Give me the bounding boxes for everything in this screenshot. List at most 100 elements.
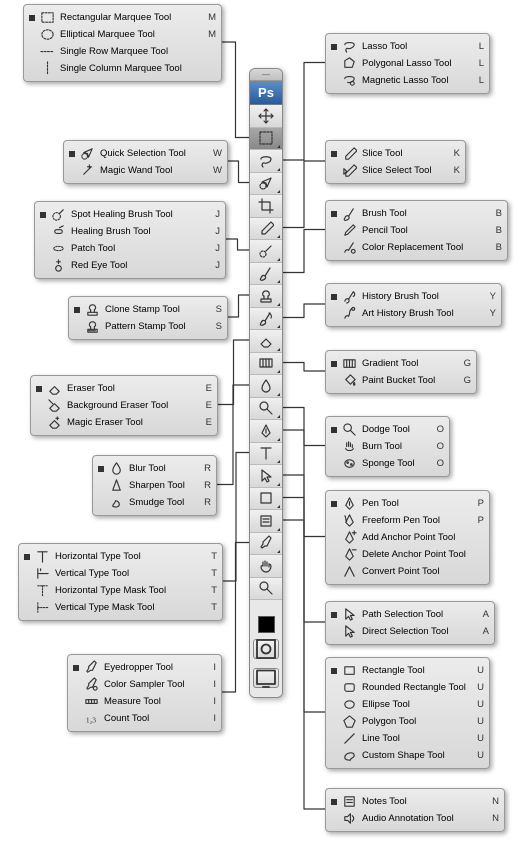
tool-type[interactable]: [250, 443, 282, 466]
flyout-item-rrect[interactable]: Rounded Rectangle Tool U: [329, 679, 486, 696]
flyout-item-rect[interactable]: Rectangle Tool U: [329, 662, 486, 679]
flyout-item-lasso[interactable]: Lasso Tool L: [329, 38, 486, 55]
flyout-item-ellipse[interactable]: Ellipse Tool U: [329, 696, 486, 713]
flyout-item-convert-pt[interactable]: Convert Point Tool: [329, 563, 486, 580]
flyout-item-sharpen[interactable]: Sharpen Tool R: [96, 477, 213, 494]
mag-lasso-icon: [342, 73, 357, 88]
tool-brush[interactable]: [250, 263, 282, 286]
tool-hand[interactable]: [250, 555, 282, 578]
flyout-item-row-marquee[interactable]: Single Row Marquee Tool: [27, 43, 218, 60]
flyout-path-select: Path Selection Tool A Direct Selection T…: [325, 601, 495, 645]
flyout-label: Horizontal Type Tool: [55, 551, 200, 562]
flyout-dodge: Dodge Tool O Burn Tool O Sponge Tool O: [325, 416, 450, 477]
flyout-item-wand[interactable]: Magic Wand Tool W: [67, 162, 224, 179]
tool-eraser[interactable]: [250, 330, 282, 353]
flyout-item-direct-sel[interactable]: Direct Selection Tool A: [329, 623, 491, 640]
flyout-item-eraser[interactable]: Eraser Tool E: [34, 380, 214, 397]
flyout-item-freeform-pen[interactable]: Freeform Pen Tool P: [329, 512, 486, 529]
flyout-item-sponge[interactable]: Sponge Tool O: [329, 455, 446, 472]
flyout-item-path-sel[interactable]: Path Selection Tool A: [329, 606, 491, 623]
flyout-item-htype[interactable]: Horizontal Type Tool T: [22, 548, 219, 565]
flyout-item-burn[interactable]: Burn Tool O: [329, 438, 446, 455]
flyout-item-polygon[interactable]: Polygon Tool U: [329, 713, 486, 730]
flyout-item-notes[interactable]: Notes Tool N: [329, 793, 501, 810]
poly-lasso-icon: [342, 56, 357, 71]
flyout-item-vtype-mask[interactable]: Vertical Type Mask Tool T: [22, 599, 219, 616]
fg-bg-swatch[interactable]: [258, 616, 275, 633]
flyout-label: Polygonal Lasso Tool: [362, 58, 467, 69]
tool-dodge[interactable]: [250, 398, 282, 421]
tool-zoom[interactable]: [250, 578, 282, 601]
tool-marquee[interactable]: [250, 128, 282, 151]
selected-marker: [331, 668, 337, 674]
flyout-item-bg-eraser[interactable]: Background Eraser Tool E: [34, 397, 214, 414]
tool-shape[interactable]: [250, 488, 282, 511]
flyout-shortcut: T: [205, 568, 217, 579]
flyout-item-pattern-stamp[interactable]: Pattern Stamp Tool S: [72, 318, 224, 335]
flyout-shortcut: B: [490, 242, 502, 253]
tool-healing[interactable]: [250, 240, 282, 263]
flyout-item-magic-eraser[interactable]: Magic Eraser Tool E: [34, 414, 214, 431]
flyout-item-audio-note[interactable]: Audio Annotation Tool N: [329, 810, 501, 827]
flyout-item-del-anchor[interactable]: Delete Anchor Point Tool: [329, 546, 486, 563]
flyout-item-rect-marquee[interactable]: Rectangular Marquee Tool M: [27, 9, 218, 26]
pattern-stamp-icon: [85, 319, 100, 334]
flyout-item-mag-lasso[interactable]: Magnetic Lasso Tool L: [329, 72, 486, 89]
tool-pen[interactable]: [250, 420, 282, 443]
flyout-item-line[interactable]: Line Tool U: [329, 730, 486, 747]
tool-lasso[interactable]: [250, 150, 282, 173]
flyout-item-redeye[interactable]: Red Eye Tool J: [38, 257, 222, 274]
flyout-item-spot-heal[interactable]: Spot Healing Brush Tool J: [38, 206, 222, 223]
flyout-shortcut: J: [208, 209, 220, 220]
tool-history-brush[interactable]: [250, 308, 282, 331]
tool-eyedropper[interactable]: [250, 533, 282, 556]
tool-gradient[interactable]: [250, 353, 282, 376]
flyout-item-slice[interactable]: Slice Tool K: [329, 145, 462, 162]
flyout-shortcut: U: [472, 750, 484, 761]
flyout-item-smudge[interactable]: Smudge Tool R: [96, 494, 213, 511]
flyout-item-vtype[interactable]: Vertical Type Tool T: [22, 565, 219, 582]
flyout-item-hist-brush[interactable]: History Brush Tool Y: [329, 288, 498, 305]
flyout-item-blur[interactable]: Blur Tool R: [96, 460, 213, 477]
flyout-item-pencil[interactable]: Pencil Tool B: [329, 222, 504, 239]
flyout-shortcut: I: [204, 679, 216, 690]
flyout-item-gradient[interactable]: Gradient Tool G: [329, 355, 473, 372]
flyout-item-count[interactable]: 1₂3 Count Tool I: [71, 710, 218, 727]
flyout-item-dodge[interactable]: Dodge Tool O: [329, 421, 446, 438]
selected-marker: [331, 211, 337, 217]
flyout-item-quick-select[interactable]: Quick Selection Tool W: [67, 145, 224, 162]
flyout-item-add-anchor[interactable]: Add Anchor Point Tool: [329, 529, 486, 546]
flyout-item-measure[interactable]: Measure Tool I: [71, 693, 218, 710]
tool-move[interactable]: [250, 105, 282, 128]
flyout-item-art-hist-brush[interactable]: Art History Brush Tool Y: [329, 305, 498, 322]
flyout-item-brush[interactable]: Brush Tool B: [329, 205, 504, 222]
bg-eraser-icon: [47, 398, 62, 413]
tool-stamp[interactable]: [250, 285, 282, 308]
flyout-item-eyedropper[interactable]: Eyedropper Tool I: [71, 659, 218, 676]
flyout-item-stamp[interactable]: Clone Stamp Tool S: [72, 301, 224, 318]
flyout-item-bucket[interactable]: Paint Bucket Tool G: [329, 372, 473, 389]
flyout-item-custom-shape[interactable]: Custom Shape Tool U: [329, 747, 486, 764]
flyout-item-color-replace[interactable]: Color Replacement Tool B: [329, 239, 504, 256]
flyout-item-slice-select[interactable]: Slice Select Tool K: [329, 162, 462, 179]
flyout-label: Paint Bucket Tool: [362, 375, 454, 386]
tool-quick-select[interactable]: [250, 173, 282, 196]
flyout-item-col-marquee[interactable]: Single Column Marquee Tool: [27, 60, 218, 77]
tool-slice[interactable]: [250, 218, 282, 241]
tool-path-select[interactable]: [250, 465, 282, 488]
flyout-item-poly-lasso[interactable]: Polygonal Lasso Tool L: [329, 55, 486, 72]
tool-blur[interactable]: [250, 375, 282, 398]
flyout-item-patch[interactable]: Patch Tool J: [38, 240, 222, 257]
flyout-item-color-sampler[interactable]: Color Sampler Tool I: [71, 676, 218, 693]
screenmode-toggle[interactable]: [253, 668, 279, 688]
quickmask-toggle[interactable]: [253, 639, 279, 659]
flyout-item-htype-mask[interactable]: Horizontal Type Mask Tool T: [22, 582, 219, 599]
flyout-item-pen[interactable]: Pen Tool P: [329, 495, 486, 512]
flyout-shortcut: U: [472, 682, 484, 693]
ellipse-icon: [342, 697, 357, 712]
flyout-item-ellipse-marquee[interactable]: Elliptical Marquee Tool M: [27, 26, 218, 43]
tool-crop[interactable]: [250, 195, 282, 218]
tool-notes[interactable]: [250, 510, 282, 533]
flyout-item-heal[interactable]: Healing Brush Tool J: [38, 223, 222, 240]
palette-grip[interactable]: —: [250, 69, 282, 81]
